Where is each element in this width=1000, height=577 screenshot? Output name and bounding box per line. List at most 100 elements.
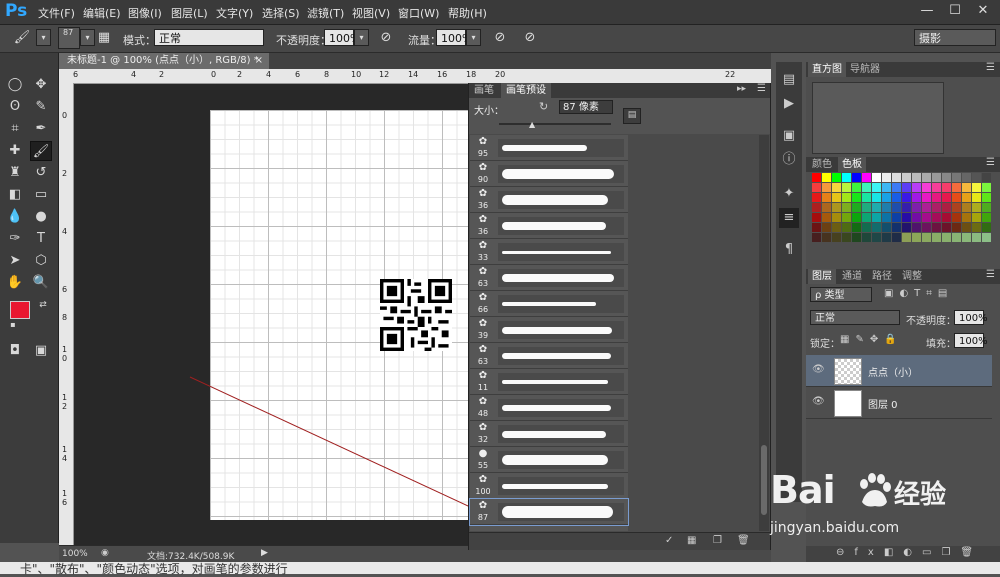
- swatch[interactable]: [972, 213, 981, 222]
- swatch[interactable]: [922, 193, 931, 202]
- swatch[interactable]: [872, 213, 881, 222]
- brush-grid-icon[interactable]: ▦: [687, 535, 696, 546]
- swatch[interactable]: [812, 233, 821, 242]
- swatch[interactable]: [852, 233, 861, 242]
- swatches-grid[interactable]: [812, 173, 992, 245]
- swap-colors-icon[interactable]: ⇄: [32, 295, 54, 315]
- blur-tool-icon[interactable]: 💧: [4, 207, 26, 227]
- menu-window[interactable]: 窗口(W): [398, 5, 439, 21]
- layer-row[interactable]: 👁 图层 0: [806, 387, 992, 419]
- brush-size-slider-track[interactable]: [499, 123, 611, 125]
- swatch[interactable]: [912, 233, 921, 242]
- brush-preset-item[interactable]: ✿ 36: [470, 187, 628, 213]
- brush-tool-icon[interactable]: 🖌: [12, 29, 32, 47]
- tab-adjustments[interactable]: 调整: [898, 269, 926, 284]
- brush-preset-item[interactable]: ✿ 87: [469, 498, 629, 526]
- lock-icons[interactable]: ▦✎✥🔒: [840, 334, 903, 345]
- swatch[interactable]: [922, 213, 931, 222]
- swatch[interactable]: [912, 173, 921, 182]
- swatch[interactable]: [932, 233, 941, 242]
- swatch[interactable]: [882, 193, 891, 202]
- tab-color[interactable]: 颜色: [808, 157, 836, 172]
- foreground-color-swatch[interactable]: [10, 301, 30, 319]
- swatch[interactable]: [912, 223, 921, 232]
- swatch[interactable]: [952, 183, 961, 192]
- swatch[interactable]: [862, 173, 871, 182]
- swatch[interactable]: [962, 173, 971, 182]
- tab-histogram[interactable]: 直方图: [808, 62, 846, 77]
- brush-presets-icon[interactable]: ≡: [779, 208, 799, 228]
- maximize-button[interactable]: ☐: [940, 0, 970, 24]
- swatch[interactable]: [982, 173, 991, 182]
- swatch[interactable]: [902, 233, 911, 242]
- brush-preset-item[interactable]: ✿ 33: [470, 239, 628, 265]
- swatch[interactable]: [822, 213, 831, 222]
- mode-select[interactable]: 正常: [154, 29, 264, 46]
- properties-icon[interactable]: ▣: [779, 126, 799, 146]
- crop-tool-icon[interactable]: ⌗: [4, 119, 26, 139]
- swatch[interactable]: [862, 213, 871, 222]
- swatch[interactable]: [972, 173, 981, 182]
- swatch[interactable]: [852, 223, 861, 232]
- swatch[interactable]: [842, 233, 851, 242]
- brush-tool-icon[interactable]: 🖌: [30, 141, 52, 161]
- type-tool-icon[interactable]: T: [30, 229, 52, 249]
- swatch[interactable]: [862, 223, 871, 232]
- menu-filter[interactable]: 滤镜(T): [307, 5, 344, 21]
- brush-preset-item[interactable]: ✿ 90: [470, 161, 628, 187]
- opacity-arrow[interactable]: ▾: [354, 29, 369, 46]
- swatch[interactable]: [832, 213, 841, 222]
- swatch[interactable]: [902, 193, 911, 202]
- swatch[interactable]: [942, 173, 951, 182]
- menu-view[interactable]: 视图(V): [352, 5, 390, 21]
- tab-navigator[interactable]: 导航器: [846, 62, 884, 77]
- swatch[interactable]: [982, 193, 991, 202]
- eyedropper-tool-icon[interactable]: ✒: [30, 119, 52, 139]
- zoom-level[interactable]: 100%: [62, 549, 88, 559]
- swatch[interactable]: [922, 173, 931, 182]
- status-menu-arrow[interactable]: ▶: [261, 548, 268, 558]
- clone-stamp-tool-icon[interactable]: ♜: [4, 163, 26, 183]
- panel-menu-icon[interactable]: ☰: [986, 62, 995, 73]
- swatch[interactable]: [912, 193, 921, 202]
- actions-icon[interactable]: ▶: [779, 94, 799, 114]
- swatch[interactable]: [942, 233, 951, 242]
- panel-menu-icon[interactable]: ☰: [986, 157, 995, 168]
- brush-picker-arrow[interactable]: ▾: [80, 29, 95, 46]
- brush-preset-item[interactable]: ✿ 63: [470, 265, 628, 291]
- swatch[interactable]: [932, 213, 941, 222]
- swatch[interactable]: [912, 213, 921, 222]
- swatch[interactable]: [852, 213, 861, 222]
- swatch[interactable]: [902, 183, 911, 192]
- pressure-size-icon[interactable]: ⊘: [520, 29, 540, 47]
- swatch[interactable]: [862, 203, 871, 212]
- visibility-eye-icon[interactable]: 👁: [812, 364, 825, 375]
- swatch[interactable]: [812, 173, 821, 182]
- minimize-button[interactable]: —: [912, 0, 942, 24]
- swatch[interactable]: [852, 203, 861, 212]
- swatch[interactable]: [952, 203, 961, 212]
- swatch[interactable]: [902, 223, 911, 232]
- airbrush-icon[interactable]: ⊘: [490, 29, 510, 47]
- swatch[interactable]: [962, 193, 971, 202]
- panel-menu-icon[interactable]: ☰: [986, 269, 995, 280]
- swatch[interactable]: [882, 223, 891, 232]
- swatch[interactable]: [912, 183, 921, 192]
- swatch[interactable]: [942, 193, 951, 202]
- brush-preset-item[interactable]: ✿ 32: [470, 421, 628, 447]
- swatch[interactable]: [972, 193, 981, 202]
- move-tool-icon[interactable]: ✥: [30, 75, 52, 95]
- history-icon[interactable]: ▤: [779, 70, 799, 90]
- swatch[interactable]: [892, 203, 901, 212]
- flow-arrow[interactable]: ▾: [466, 29, 481, 46]
- tab-paths[interactable]: 路径: [868, 269, 896, 284]
- swatch[interactable]: [882, 213, 891, 222]
- swatch[interactable]: [822, 203, 831, 212]
- swatch[interactable]: [832, 173, 841, 182]
- lasso-tool-icon[interactable]: ʘ: [4, 97, 26, 117]
- swatch[interactable]: [882, 183, 891, 192]
- layer-blend-mode-select[interactable]: 正常: [810, 310, 900, 325]
- swatch[interactable]: [922, 223, 931, 232]
- swatch[interactable]: [852, 173, 861, 182]
- swatch[interactable]: [822, 183, 831, 192]
